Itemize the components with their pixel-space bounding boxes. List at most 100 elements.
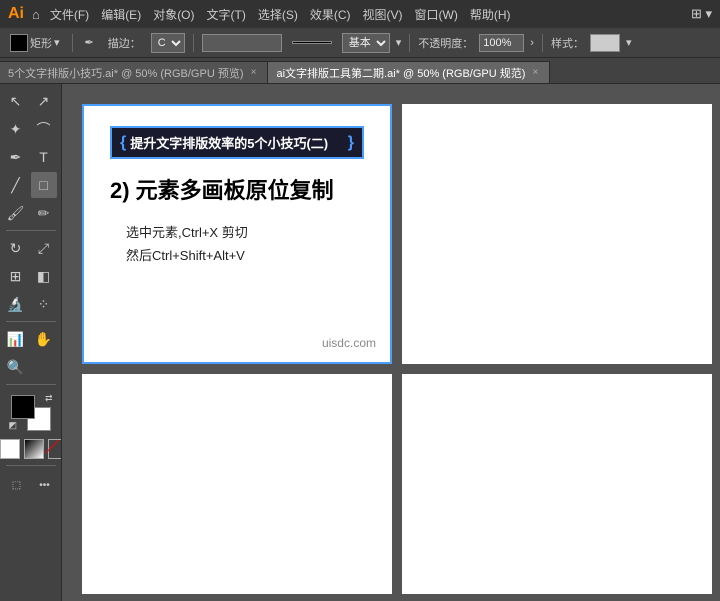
shape-selector[interactable]: 矩形 ▾ [6,32,64,54]
line-style-selector[interactable]: 基本 [342,33,390,53]
app-logo: Ai [8,5,24,23]
pencil-tool[interactable]: ✏ [31,200,57,226]
artboard-container: { 提升文字排版效率的5个小技巧(二) } 2) 元素多画板原位复制 选中元素,… [82,104,712,594]
color-swatch-area: ⇄ ◩ [9,393,53,431]
tool-row-10: 🔍 [3,354,59,380]
menu-help[interactable]: 帮助(H) [470,6,511,23]
tool-row-8: 🔬 ⁘ [3,291,59,317]
tabs-bar: 5个文字排版小技巧.ai* @ 50% (RGB/GPU 预览) × ai文字排… [0,58,720,84]
toolbar-divider-1 [72,34,73,52]
header-banner: { 提升文字排版效率的5个小技巧(二) } [110,126,364,159]
canvas-area[interactable]: { 提升文字排版效率的5个小技巧(二) } 2) 元素多画板原位复制 选中元素,… [62,84,720,601]
menu-edit[interactable]: 编辑(E) [101,6,141,23]
stroke-line-display [288,39,336,46]
pen-icon-toolbar: ✒ [81,34,98,51]
scale-tool[interactable]: ⤢ [31,235,57,261]
artboard-body: 选中元素,Ctrl+X 剪切 然后Ctrl+Shift+Alt+V [126,221,364,268]
fill-icon[interactable] [0,439,20,459]
paintbrush-tool[interactable]: 🖌 [3,200,29,226]
tool-separator-2 [6,321,56,322]
select-tool[interactable]: ↖ [3,88,29,114]
grid-icon: ⊞ ▾ [691,6,712,22]
tab-file-2[interactable]: ai文字排版工具第二期.ai* @ 50% (RGB/GPU 规范) × [268,61,550,83]
style-label: 样式： [551,35,584,51]
fill-stroke-row [0,439,62,459]
menu-view[interactable]: 视图(V) [363,6,403,23]
tool-row-2: ✦ ⌒ [3,116,59,142]
tool-row-1: ↖ ↗ [3,88,59,114]
style-swatch [590,34,620,52]
title-bar: Ai ⌂ 文件(F) 编辑(E) 对象(O) 文字(T) 选择(S) 效果(C)… [0,0,720,28]
tab-close-1[interactable]: × [247,67,259,79]
dropdown-arrow: ▾ [54,36,60,49]
artboard-top-left: { 提升文字排版效率的5个小技巧(二) } 2) 元素多画板原位复制 选中元素,… [82,104,392,364]
toolbar-divider-2 [193,34,194,52]
shape-label: 矩形 [30,35,52,51]
artboard-content: { 提升文字排版效率的5个小技巧(二) } 2) 元素多画板原位复制 选中元素,… [96,114,378,280]
menu-object[interactable]: 对象(O) [153,6,194,23]
toolbar: 矩形 ▾ ✒ 描边： C 基本 ▾ 不透明度： › 样式： ▾ [0,28,720,58]
tool-row-4: ╱ □ [3,172,59,198]
style-arrow: ▾ [626,36,632,49]
menu-bar: 文件(F) 编辑(E) 对象(O) 文字(T) 选择(S) 效果(C) 视图(V… [50,6,511,23]
rotate-tool[interactable]: ↻ [3,235,29,261]
artboard-main-title: 2) 元素多画板原位复制 [110,173,364,205]
swap-colors-icon[interactable]: ⇄ [45,393,53,404]
dropdown-arrow-line: ▾ [396,36,402,49]
lasso-tool[interactable]: ⌒ [31,116,57,142]
artboard-bottom-right [402,374,712,594]
body-line-2: 然后Ctrl+Shift+Alt+V [126,244,364,267]
hand-tool[interactable]: ✋ [31,326,57,352]
tool-row-7: ⊞ ◧ [3,263,59,289]
menu-window[interactable]: 窗口(W) [415,6,458,23]
banner-left: { 提升文字排版效率的5个小技巧(二) [120,133,328,152]
opacity-input[interactable] [479,34,524,52]
gradient-tool[interactable]: ◧ [31,263,57,289]
tool-separator-4 [6,465,56,466]
artboard-top-right [402,104,712,364]
view-mode-row: ⬚ ••• [4,472,58,498]
zoom-tool[interactable]: 🔍 [3,354,29,380]
banner-bracket-right: } [348,135,354,151]
artboard-bottom-left [82,374,392,594]
rect-tool[interactable]: □ [31,172,57,198]
tab-label-1: 5个文字排版小技巧.ai* @ 50% (RGB/GPU 预览) [8,65,243,81]
opacity-arrow[interactable]: › [530,37,534,49]
menu-select[interactable]: 选择(S) [258,6,298,23]
artboard-view-tool[interactable]: ⬚ [4,472,30,498]
type-tool[interactable]: T [31,144,57,170]
tab-file-1[interactable]: 5个文字排版小技巧.ai* @ 50% (RGB/GPU 预览) × [0,61,268,83]
tab-close-2[interactable]: × [529,67,541,79]
tool-separator-1 [6,230,56,231]
tab-label-2: ai文字排版工具第二期.ai* @ 50% (RGB/GPU 规范) [276,65,525,81]
foreground-color-swatch[interactable] [11,395,35,419]
pen-tool[interactable]: ✒ [3,144,29,170]
tool-row-5: 🖌 ✏ [3,200,59,226]
main-area: ↖ ↗ ✦ ⌒ ✒ T ╱ □ 🖌 ✏ ↻ ⤢ ⊞ ◧ 🔬 ⁘ [0,84,720,601]
left-toolbar: ↖ ↗ ✦ ⌒ ✒ T ╱ □ 🖌 ✏ ↻ ⤢ ⊞ ◧ 🔬 ⁘ [0,84,62,601]
none-fill-icon[interactable] [48,439,62,459]
toolbar-divider-4 [542,34,543,52]
tool-row-9: 📊 ✋ [3,326,59,352]
body-line-1: 选中元素,Ctrl+X 剪切 [126,221,364,244]
extra-tools-btn[interactable]: ••• [32,472,58,498]
stroke-style-input[interactable] [202,34,282,52]
menu-effect[interactable]: 效果(C) [310,6,351,23]
default-colors-icon[interactable]: ◩ [9,420,18,431]
stroke-selector[interactable]: C [151,33,185,53]
tool-row-6: ↻ ⤢ [3,235,59,261]
menu-type[interactable]: 文字(T) [207,6,246,23]
magic-wand-tool[interactable]: ✦ [3,116,29,142]
artboard-watermark: uisdc.com [322,336,376,350]
chart-tool[interactable]: 📊 [3,326,29,352]
line-tool[interactable]: ╱ [3,172,29,198]
direct-select-tool[interactable]: ↗ [31,88,57,114]
gradient-fill-icon[interactable] [24,439,44,459]
blend-tool[interactable]: ⁘ [31,291,57,317]
menu-file[interactable]: 文件(F) [50,6,89,23]
puppet-warp-tool[interactable]: ⊞ [3,263,29,289]
eyedropper-tool[interactable]: 🔬 [3,291,29,317]
tool-separator-3 [6,384,56,385]
stroke-label: 描边： [104,33,145,53]
toolbar-divider-3 [409,34,410,52]
